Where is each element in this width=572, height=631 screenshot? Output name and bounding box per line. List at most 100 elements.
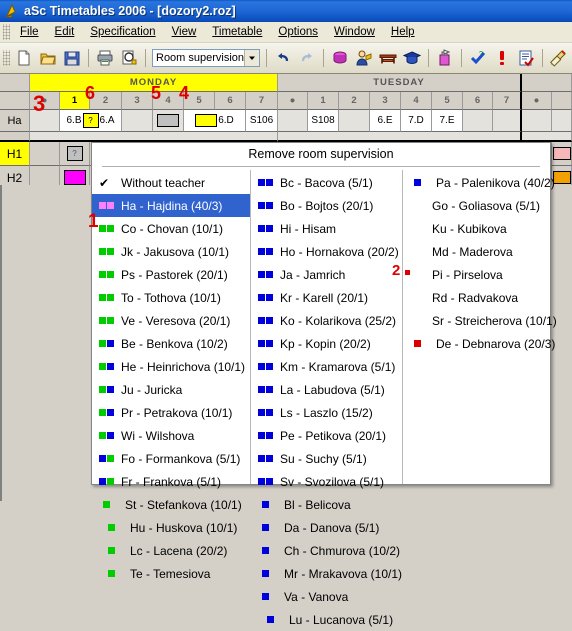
menu-view[interactable]: View <box>164 24 205 40</box>
cell-ha-tue-7[interactable] <box>493 110 522 132</box>
menu-item-teacher[interactable]: Km - Kramarova (5/1) <box>251 355 402 378</box>
menu-item-teacher[interactable]: De - Debnarova (20/3) <box>403 332 555 355</box>
cell-ha-tue-3[interactable]: 6.E <box>370 110 401 132</box>
open-icon[interactable] <box>37 47 59 69</box>
menu-item-teacher[interactable]: Hu - Huskova (10/1) <box>92 516 250 539</box>
classrooms-icon[interactable] <box>377 47 399 69</box>
period-dot-monday[interactable]: ● <box>30 92 60 110</box>
menu-item-teacher[interactable]: Ha - Hajdina (40/3) <box>92 194 250 217</box>
menu-specification[interactable]: Specification <box>82 24 163 40</box>
menu-item-teacher[interactable]: Ls - Laszlo (15/2) <box>251 401 402 424</box>
menu-item-teacher[interactable]: Ve - Veresova (20/1) <box>92 309 250 332</box>
menu-item-teacher[interactable]: Wi - Wilshova <box>92 424 250 447</box>
menu-timetable[interactable]: Timetable <box>204 24 270 40</box>
redo-icon[interactable] <box>296 47 318 69</box>
menu-item-teacher[interactable]: St - Stefankova (10/1) <box>92 493 250 516</box>
period-header-tue-1[interactable]: 1 <box>308 92 339 110</box>
lessons-icon[interactable] <box>434 47 456 69</box>
period-header-mon-4[interactable]: 4 <box>153 92 184 110</box>
menu-item-teacher[interactable]: Be - Benkova (10/2) <box>92 332 250 355</box>
menu-item-teacher[interactable]: Ju - Juricka <box>92 378 250 401</box>
menu-item-teacher[interactable]: Hi - Hisam <box>251 217 402 240</box>
context-menu-title[interactable]: Remove room supervision <box>92 143 550 166</box>
menu-item-teacher[interactable]: Bl - Belicova <box>251 493 402 516</box>
cell-ha-tue-2[interactable] <box>339 110 370 132</box>
cell-ha-mon-3[interactable] <box>122 110 153 132</box>
swatch-h2-mon-1[interactable] <box>63 170 86 185</box>
menu-item-teacher[interactable]: Bc - Bacova (5/1) <box>251 171 402 194</box>
menu-item-teacher[interactable]: Ja - Jamrich <box>251 263 402 286</box>
swatch-h2-third-1[interactable] <box>552 171 571 184</box>
swatch-h1-mon-1[interactable]: ? <box>66 146 83 161</box>
cell-h1-mon-1[interactable]: ? <box>60 142 90 166</box>
menu-item-teacher[interactable]: La - Labudova (5/1) <box>251 378 402 401</box>
menu-item-teacher[interactable]: Jk - Jakusova (10/1) <box>92 240 250 263</box>
period-header-tue-2[interactable]: 2 <box>339 92 370 110</box>
menu-item-teacher[interactable]: Lc - Lacena (20/2) <box>92 539 250 562</box>
menu-item-teacher[interactable]: Te - Temesiova <box>92 562 250 585</box>
swatch-ha-mon-5[interactable] <box>195 114 218 127</box>
cell-ha-mon-1-flag[interactable]: ? <box>82 113 99 128</box>
period-header-tue-5[interactable]: 5 <box>432 92 463 110</box>
menu-item-teacher[interactable]: Va - Vanova <box>251 585 402 608</box>
menu-item-teacher[interactable]: Ku - Kubikova <box>403 217 550 240</box>
menu-item-teacher[interactable]: ✔ Without teacher <box>92 171 250 194</box>
cell-ha-tue-dot[interactable] <box>278 110 308 132</box>
menu-item-teacher[interactable]: Ho - Hornakova (20/2) <box>251 240 402 263</box>
period-header-tue-6[interactable]: 6 <box>463 92 493 110</box>
cell-h1-third-1[interactable] <box>552 142 572 166</box>
period-header-tue-3[interactable]: 3 <box>370 92 401 110</box>
cell-ha-tue-5[interactable]: 7.E <box>432 110 463 132</box>
menu-item-teacher[interactable]: Su - Suchy (5/1) <box>251 447 402 470</box>
menu-item-teacher[interactable]: Kr - Karell (20/1) <box>251 286 402 309</box>
cell-ha-mon-5[interactable]: 6.D <box>184 110 246 132</box>
menu-item-teacher[interactable]: Md - Maderova <box>403 240 550 263</box>
cell-ha-third-1[interactable] <box>552 110 572 132</box>
menu-item-teacher[interactable]: Ch - Chmurova (10/2) <box>251 539 402 562</box>
undo-icon[interactable] <box>272 47 294 69</box>
menu-item-teacher[interactable]: Sr - Streicherova (10/1) <box>403 309 557 332</box>
row-header-h1[interactable]: H1 <box>0 142 30 166</box>
menu-item-teacher[interactable]: To - Tothova (10/1) <box>92 286 250 309</box>
new-icon[interactable] <box>13 47 35 69</box>
period-header-mon-7[interactable]: 7 <box>246 92 278 110</box>
print-icon[interactable] <box>94 47 116 69</box>
cell-ha-tue-6[interactable] <box>463 110 493 132</box>
menu-grip-handle[interactable] <box>3 24 10 40</box>
swatch-ha-mon-4[interactable] <box>157 114 179 127</box>
cell-ha-tue-4[interactable]: 7.D <box>401 110 432 132</box>
menu-item-teacher[interactable]: Fo - Formankova (5/1) <box>92 447 250 470</box>
cell-ha-mon-1[interactable]: 6.B ? 6.A <box>60 110 122 132</box>
period-header-tue-7[interactable]: 7 <box>493 92 522 110</box>
cell-ha-mon-dot[interactable] <box>30 110 60 132</box>
menu-item-teacher[interactable]: Da - Danova (5/1) <box>251 516 402 539</box>
period-header-mon-1[interactable]: 1 <box>60 92 90 110</box>
period-header-tue-4[interactable]: 4 <box>401 92 432 110</box>
classes-icon[interactable] <box>401 47 423 69</box>
menu-window[interactable]: Window <box>326 24 383 40</box>
cell-ha-third-dot[interactable] <box>522 110 552 132</box>
menu-item-teacher[interactable]: Mr - Mrakavova (10/1) <box>251 562 402 585</box>
period-dot-third[interactable]: ● <box>522 92 552 110</box>
cell-ha-tue-1[interactable]: S108 <box>308 110 339 132</box>
row-header-ha[interactable]: Ha <box>0 110 30 132</box>
menu-item-teacher[interactable]: Pa - Palenikova (40/2) <box>403 171 555 194</box>
day-header-monday[interactable]: MONDAY <box>30 74 278 92</box>
swatch-h1-third-1[interactable] <box>552 147 571 160</box>
toolbar-grip-handle[interactable] <box>3 50 10 66</box>
period-header-third-1[interactable] <box>552 92 572 110</box>
menu-file[interactable]: File <box>12 24 47 40</box>
menu-item-teacher[interactable]: He - Heinrichova (10/1) <box>92 355 250 378</box>
period-dot-tuesday[interactable]: ● <box>278 92 308 110</box>
menu-item-teacher[interactable]: Ps - Pastorek (20/1) <box>92 263 250 286</box>
chevron-down-icon[interactable] <box>244 50 259 66</box>
report-icon[interactable] <box>515 47 537 69</box>
cell-h1-mon-dot[interactable] <box>30 142 60 166</box>
menu-item-teacher[interactable]: Ko - Kolarikova (25/2) <box>251 309 402 332</box>
menu-item-teacher[interactable]: Sv - Svozilova (5/1) <box>251 470 402 493</box>
save-icon[interactable] <box>61 47 83 69</box>
period-header-mon-3[interactable]: 3 <box>122 92 153 110</box>
period-header-mon-5[interactable]: 5 <box>184 92 215 110</box>
view-mode-combo[interactable]: Room supervision <box>152 49 260 67</box>
print-preview-icon[interactable] <box>118 47 140 69</box>
